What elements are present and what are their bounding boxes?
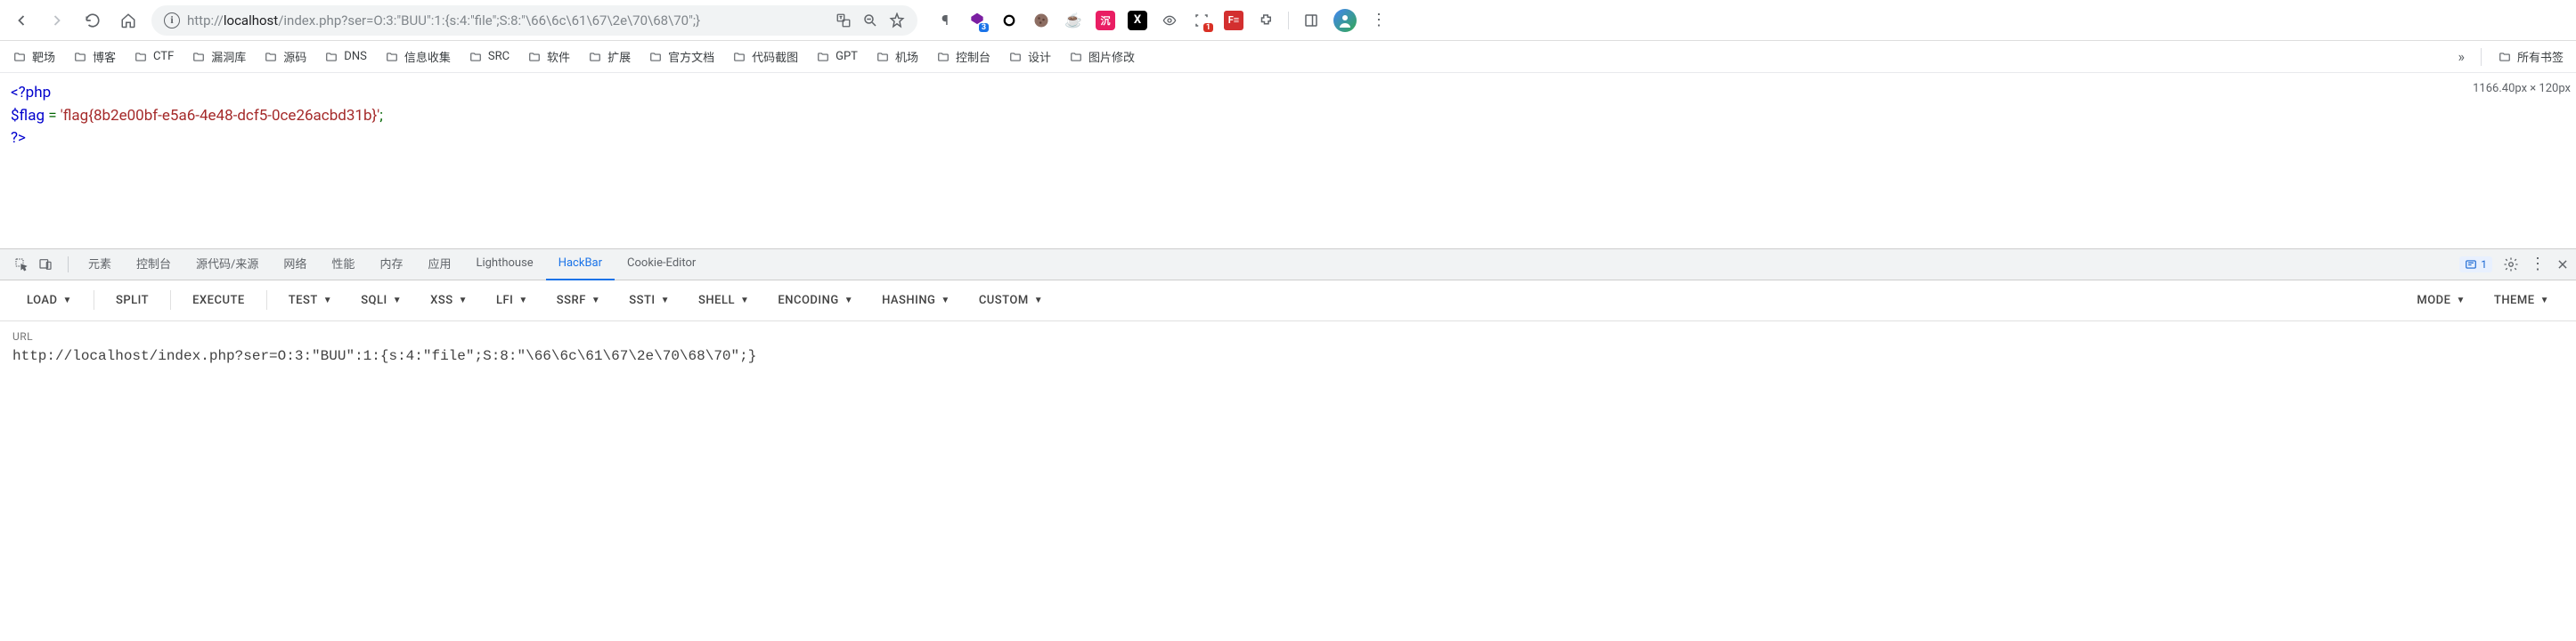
- bookmark-item[interactable]: 靶场: [12, 48, 55, 65]
- menu-button[interactable]: ⋮: [1369, 11, 1389, 30]
- bookmark-item[interactable]: 信息收集: [385, 48, 451, 65]
- hackbar-hashing-button[interactable]: HASHING ▼: [868, 287, 965, 314]
- paragraph-icon[interactable]: ¶: [935, 11, 955, 30]
- translate-icon[interactable]: [836, 12, 852, 28]
- reload-button[interactable]: [80, 8, 105, 33]
- hackbar-test-button[interactable]: TEST ▼: [274, 287, 346, 314]
- hackbar-shell-button[interactable]: SHELL ▼: [684, 287, 763, 314]
- hackbar-xss-button[interactable]: XSS ▼: [416, 287, 482, 314]
- hackbar-load-button[interactable]: LOAD ▼: [12, 287, 86, 314]
- profile-avatar[interactable]: [1333, 9, 1357, 32]
- bookmark-item[interactable]: 控制台: [936, 48, 990, 65]
- ext-purple-icon[interactable]: 3: [967, 11, 987, 30]
- bookmarks-overflow-icon[interactable]: »: [2458, 48, 2465, 65]
- home-button[interactable]: [116, 8, 141, 33]
- inspect-icon[interactable]: [14, 257, 29, 272]
- devtools-menu-icon[interactable]: ⋮: [2530, 255, 2546, 273]
- zoom-icon[interactable]: [862, 12, 878, 28]
- url-input[interactable]: [12, 348, 2564, 364]
- devtools-tab[interactable]: 控制台: [124, 248, 183, 280]
- device-icon[interactable]: [37, 257, 53, 272]
- ext-scan-icon[interactable]: 1: [1192, 11, 1211, 30]
- extensions-area: ¶ 3 ☕ 沉 X 1 F≡ ⋮: [935, 9, 1389, 32]
- hackbar-theme-button[interactable]: THEME ▼: [2480, 287, 2564, 314]
- devtools-tab[interactable]: 应用: [415, 248, 463, 280]
- address-bar[interactable]: i http://localhost/index.php?ser=O:3:"BU…: [151, 5, 917, 36]
- extensions-icon[interactable]: [1256, 11, 1276, 30]
- bookmark-item[interactable]: GPT: [816, 50, 858, 63]
- ext-circle-icon[interactable]: [999, 11, 1019, 30]
- devtools-tab[interactable]: 内存: [367, 248, 415, 280]
- bookmark-item[interactable]: 官方文档: [648, 48, 714, 65]
- ext-black-x-icon[interactable]: X: [1128, 11, 1147, 30]
- close-devtools-icon[interactable]: [2556, 258, 2569, 271]
- browser-toolbar: i http://localhost/index.php?ser=O:3:"BU…: [0, 0, 2576, 41]
- url-section: URL: [0, 321, 2576, 373]
- bookmark-item[interactable]: 漏洞库: [192, 48, 246, 65]
- devtools-tabs: 元素控制台源代码/来源网络性能内存应用LighthouseHackBarCook…: [0, 248, 2576, 280]
- bookmark-item[interactable]: 代码截图: [732, 48, 798, 65]
- hackbar-lfi-button[interactable]: LFI ▼: [482, 287, 542, 314]
- forward-button[interactable]: [45, 8, 69, 33]
- hackbar-encoding-button[interactable]: ENCODING ▼: [763, 287, 868, 314]
- hackbar-ssti-button[interactable]: SSTI ▼: [615, 287, 684, 314]
- bookmark-star-icon[interactable]: [889, 12, 905, 28]
- bookmark-item[interactable]: CTF: [134, 50, 174, 63]
- url-text: http://localhost/index.php?ser=O:3:"BUU"…: [187, 12, 828, 28]
- bookmark-item[interactable]: 图片修改: [1069, 48, 1135, 65]
- bookmark-item[interactable]: 软件: [527, 48, 570, 65]
- back-button[interactable]: [9, 8, 34, 33]
- devtools-tab[interactable]: 源代码/来源: [183, 248, 271, 280]
- all-bookmarks-button[interactable]: 所有书签: [2498, 48, 2564, 65]
- hackbar-ssrf-button[interactable]: SSRF ▼: [542, 287, 615, 314]
- bookmark-item[interactable]: 机场: [876, 48, 918, 65]
- ext-cookie-icon[interactable]: [1031, 11, 1051, 30]
- hackbar-split-button[interactable]: SPLIT: [102, 287, 163, 314]
- site-info-icon[interactable]: i: [164, 12, 180, 28]
- hackbar-custom-button[interactable]: CUSTOM ▼: [965, 287, 1057, 314]
- bookmark-item[interactable]: DNS: [324, 50, 367, 63]
- bookmark-item[interactable]: 源码: [264, 48, 306, 65]
- bookmark-item[interactable]: 扩展: [588, 48, 631, 65]
- devtools-tab[interactable]: Lighthouse: [463, 248, 545, 280]
- message-count[interactable]: 1: [2459, 256, 2492, 272]
- ext-red-f-icon[interactable]: F≡: [1224, 11, 1243, 30]
- hackbar-sqli-button[interactable]: SQLI ▼: [346, 287, 416, 314]
- dimensions-label: 1166.40px × 120px: [2473, 80, 2571, 98]
- side-panel-icon[interactable]: [1301, 11, 1321, 30]
- ext-coffee-icon[interactable]: ☕: [1064, 11, 1083, 30]
- devtools-tab[interactable]: 元素: [76, 248, 124, 280]
- hackbar-mode-button[interactable]: MODE ▼: [2402, 287, 2480, 314]
- ext-pink-icon[interactable]: 沉: [1096, 11, 1115, 30]
- devtools-tab[interactable]: 性能: [319, 248, 367, 280]
- hackbar-toolbar: LOAD ▼ SPLIT EXECUTE TEST ▼SQLI ▼XSS ▼LFI …: [0, 280, 2576, 321]
- page-content: 1166.40px × 120px <?php $flag = 'flag{8b…: [0, 73, 2576, 159]
- ext-eye-icon[interactable]: [1160, 11, 1179, 30]
- settings-icon[interactable]: [2503, 256, 2519, 272]
- url-label: URL: [12, 330, 2564, 343]
- bookmarks-bar: 靶场 博客 CTF 漏洞库 源码 DNS 信息收集 SRC 软件 扩展官方文档 代码截图 GPT 机场 控…: [0, 41, 2576, 73]
- devtools-tab[interactable]: HackBar: [546, 248, 615, 280]
- bookmark-item[interactable]: SRC: [469, 50, 509, 63]
- devtools-tab[interactable]: 网络: [271, 248, 319, 280]
- bookmark-item[interactable]: 博客: [73, 48, 116, 65]
- hackbar-execute-button[interactable]: EXECUTE: [178, 287, 259, 314]
- devtools-tab[interactable]: Cookie-Editor: [615, 248, 708, 280]
- bookmark-item[interactable]: 设计: [1008, 48, 1051, 65]
